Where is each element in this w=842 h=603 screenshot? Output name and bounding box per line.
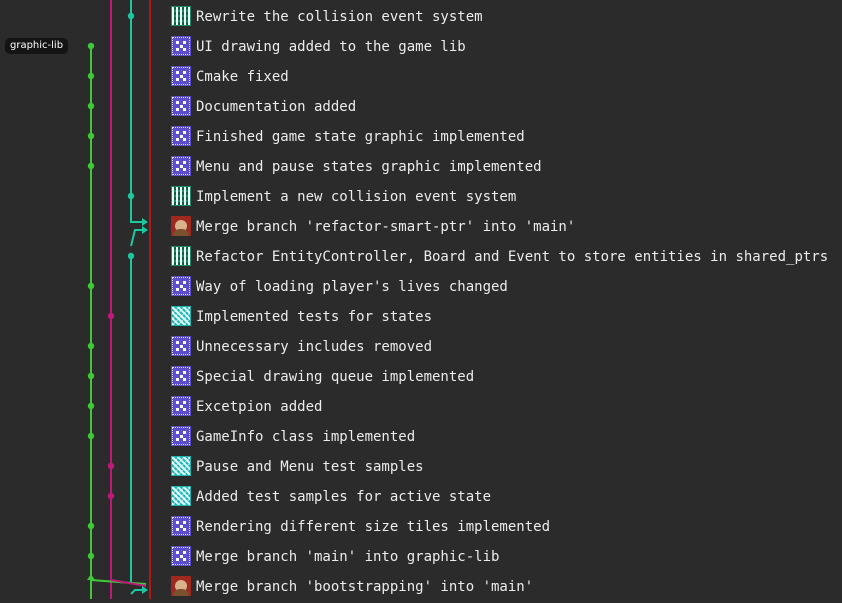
commit-message: Documentation added: [196, 99, 357, 115]
commit-row[interactable]: Pause and Menu test samples: [0, 451, 842, 481]
author-avatar: [171, 186, 191, 206]
commit-row[interactable]: Way of loading player's lives changed: [0, 271, 842, 301]
commit-row[interactable]: Unnecessary includes removed: [0, 331, 842, 361]
author-avatar: [171, 366, 191, 386]
author-avatar: [171, 456, 191, 476]
commit-message: Implement a new collision event system: [196, 189, 517, 205]
commit-message: Way of loading player's lives changed: [196, 279, 508, 295]
author-avatar: [171, 216, 191, 236]
commit-row[interactable]: Excetpion added: [0, 391, 842, 421]
commit-row[interactable]: Menu and pause states graphic implemente…: [0, 151, 842, 181]
commit-message: Menu and pause states graphic implemente…: [196, 159, 542, 175]
commit-row[interactable]: UI drawing added to the game lib: [0, 31, 842, 61]
commit-message: Special drawing queue implemented: [196, 369, 475, 385]
commit-message: Finished game state graphic implemented: [196, 129, 525, 145]
commit-row[interactable]: Cmake fixed: [0, 61, 842, 91]
commit-message: Implemented tests for states: [196, 309, 433, 325]
commit-row[interactable]: Refactor EntityController, Board and Eve…: [0, 241, 842, 271]
commit-message: Excetpion added: [196, 399, 323, 415]
author-avatar: [171, 276, 191, 296]
author-avatar: [171, 96, 191, 116]
commit-row[interactable]: Rendering different size tiles implement…: [0, 511, 842, 541]
author-avatar: [171, 6, 191, 26]
author-avatar: [171, 36, 191, 56]
commit-row[interactable]: Merge branch 'main' into graphic-lib: [0, 541, 842, 571]
commit-message: Added test samples for active state: [196, 489, 492, 505]
author-avatar: [171, 426, 191, 446]
commit-message: Pause and Menu test samples: [196, 459, 424, 475]
commit-message: GameInfo class implemented: [196, 429, 416, 445]
commit-row[interactable]: Merge branch 'refactor-smart-ptr' into '…: [0, 211, 842, 241]
author-avatar: [171, 156, 191, 176]
commit-row[interactable]: Finished game state graphic implemented: [0, 121, 842, 151]
commit-message: Merge branch 'refactor-smart-ptr' into '…: [196, 219, 576, 235]
commit-message: Cmake fixed: [196, 69, 289, 85]
commit-row[interactable]: Merge branch 'bootstrapping' into 'main': [0, 571, 842, 601]
author-avatar: [171, 516, 191, 536]
commit-message: UI drawing added to the game lib: [196, 39, 466, 55]
author-avatar: [171, 396, 191, 416]
author-avatar: [171, 336, 191, 356]
commit-row[interactable]: Rewrite the collision event system: [0, 1, 842, 31]
author-avatar: [171, 306, 191, 326]
commit-row[interactable]: Documentation added: [0, 91, 842, 121]
commit-row[interactable]: Implement a new collision event system: [0, 181, 842, 211]
commit-message: Rewrite the collision event system: [196, 9, 483, 25]
commit-row[interactable]: Special drawing queue implemented: [0, 361, 842, 391]
commit-message: Rendering different size tiles implement…: [196, 519, 551, 535]
author-avatar: [171, 66, 191, 86]
commit-row[interactable]: Implemented tests for states: [0, 301, 842, 331]
commit-message: Merge branch 'main' into graphic-lib: [196, 549, 500, 565]
commit-row[interactable]: GameInfo class implemented: [0, 421, 842, 451]
author-avatar: [171, 486, 191, 506]
commit-message: Merge branch 'bootstrapping' into 'main': [196, 579, 534, 595]
author-avatar: [171, 126, 191, 146]
author-avatar: [171, 546, 191, 566]
commit-row[interactable]: Added test samples for active state: [0, 481, 842, 511]
author-avatar: [171, 246, 191, 266]
author-avatar: [171, 576, 191, 596]
commit-message: Unnecessary includes removed: [196, 339, 433, 355]
commit-message: Refactor EntityController, Board and Eve…: [196, 249, 829, 265]
